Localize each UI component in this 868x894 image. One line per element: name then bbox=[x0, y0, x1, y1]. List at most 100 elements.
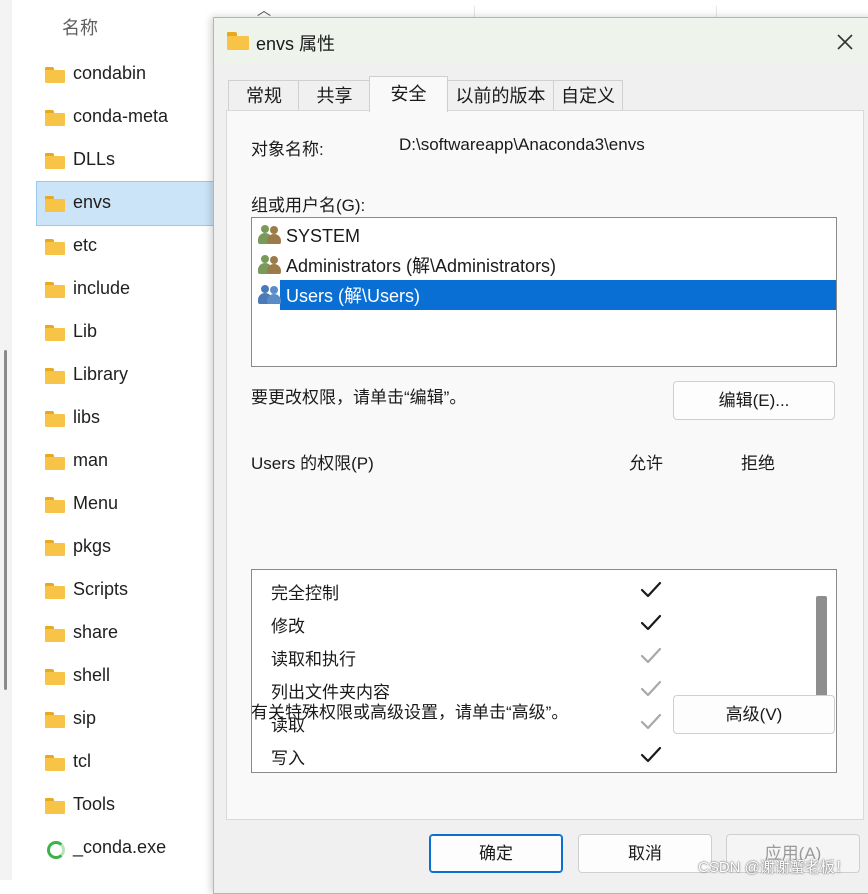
file-row[interactable]: condabin bbox=[37, 53, 237, 96]
folder-icon bbox=[227, 32, 249, 50]
file-row[interactable]: conda-meta bbox=[37, 96, 237, 139]
permission-row: 读取和执行 bbox=[252, 639, 808, 672]
user-name: SYSTEM bbox=[286, 226, 361, 246]
app-icon bbox=[45, 841, 65, 859]
file-row[interactable]: shell bbox=[37, 655, 237, 698]
file-name: Scripts bbox=[73, 579, 129, 599]
folder-icon bbox=[45, 239, 65, 255]
checkmark-icon bbox=[640, 614, 662, 632]
folder-icon bbox=[45, 540, 65, 556]
close-icon bbox=[837, 34, 853, 50]
permission-row: 修改 bbox=[252, 606, 808, 639]
file-name: conda-meta bbox=[73, 106, 169, 126]
file-row[interactable]: sip bbox=[37, 698, 237, 741]
file-row[interactable]: DLLs bbox=[37, 139, 237, 182]
deny-column-header: 拒绝 bbox=[741, 454, 775, 473]
folder-icon bbox=[45, 110, 65, 126]
tab-previous-versions[interactable]: 以前的版本 bbox=[446, 80, 555, 111]
file-row[interactable]: Library bbox=[37, 354, 237, 397]
file-row[interactable]: etc bbox=[37, 225, 237, 268]
file-row[interactable]: Scripts bbox=[37, 569, 237, 612]
file-row[interactable]: Menu bbox=[37, 483, 237, 526]
folder-icon bbox=[45, 196, 65, 212]
file-row[interactable]: envs bbox=[36, 181, 238, 226]
allow-column-header: 允许 bbox=[629, 454, 663, 473]
tab-strip: 常规 共享 安全 以前的版本 自定义 bbox=[228, 76, 868, 112]
object-name-label: 对象名称: bbox=[251, 140, 324, 159]
file-name: include bbox=[73, 278, 131, 298]
advanced-button[interactable]: 高级(V) bbox=[673, 695, 835, 734]
file-row[interactable]: tcl bbox=[37, 741, 237, 784]
groups-label: 组或用户名(G): bbox=[251, 196, 366, 215]
folder-icon bbox=[45, 755, 65, 771]
checkmark-icon bbox=[640, 647, 662, 665]
title-bar[interactable]: envs 属性 bbox=[214, 18, 868, 64]
tab-customize[interactable]: 自定义 bbox=[553, 80, 623, 111]
navigation-scrollbar[interactable] bbox=[4, 350, 7, 690]
user-group-icon bbox=[258, 285, 282, 305]
file-row[interactable]: share bbox=[37, 612, 237, 655]
permissions-label: Users 的权限(P) bbox=[251, 454, 374, 473]
file-row[interactable]: man bbox=[37, 440, 237, 483]
file-row[interactable]: libs bbox=[37, 397, 237, 440]
tab-general[interactable]: 常规 bbox=[228, 80, 300, 111]
folder-icon bbox=[45, 583, 65, 599]
folder-icon bbox=[45, 368, 65, 384]
user-list-item[interactable]: Users (解\Users) bbox=[256, 280, 836, 310]
checkmark-icon bbox=[640, 680, 662, 698]
watermark: CSDN @谢谢蟹老板！ bbox=[698, 859, 850, 876]
file-name: Tools bbox=[73, 794, 116, 814]
file-name: shell bbox=[73, 665, 111, 685]
users-listbox[interactable]: SYSTEM Administrators (解\Administrators) U… bbox=[251, 217, 837, 367]
ok-button[interactable]: 确定 bbox=[429, 834, 563, 873]
folder-icon bbox=[45, 67, 65, 83]
permission-name: 修改 bbox=[271, 617, 305, 636]
file-row[interactable]: Tools bbox=[37, 784, 237, 827]
user-group-icon bbox=[258, 255, 282, 275]
file-name: pkgs bbox=[73, 536, 112, 556]
folder-icon bbox=[45, 669, 65, 685]
folder-icon bbox=[45, 411, 65, 427]
user-group-icon bbox=[258, 225, 282, 245]
security-panel: 对象名称: D:\softwareapp\Anaconda3\envs 组或用户… bbox=[226, 110, 864, 820]
checkmark-icon bbox=[640, 581, 662, 599]
folder-icon bbox=[45, 712, 65, 728]
file-name: share bbox=[73, 622, 119, 642]
tab-sharing[interactable]: 共享 bbox=[298, 80, 371, 111]
file-row[interactable]: pkgs bbox=[37, 526, 237, 569]
dialog-title: envs 属性 bbox=[256, 34, 336, 54]
file-name: Lib bbox=[73, 321, 98, 341]
file-name: Library bbox=[73, 364, 129, 384]
permission-name: 读取和执行 bbox=[271, 650, 356, 669]
folder-icon bbox=[45, 798, 65, 814]
advanced-hint: 有关特殊权限或高级设置，请单击“高级”。 bbox=[251, 703, 569, 722]
edit-button[interactable]: 编辑(E)... bbox=[673, 381, 835, 420]
file-name: sip bbox=[73, 708, 97, 728]
properties-dialog: envs 属性 常规 共享 安全 以前的版本 自定义 对象名称: D:\soft… bbox=[213, 17, 868, 894]
user-list-item[interactable]: Administrators (解\Administrators) bbox=[256, 250, 836, 280]
close-button[interactable] bbox=[830, 28, 860, 56]
file-row[interactable]: Lib bbox=[37, 311, 237, 354]
file-row[interactable]: include bbox=[37, 268, 237, 311]
edit-hint: 要更改权限，请单击“编辑”。 bbox=[251, 388, 467, 407]
column-header-name[interactable]: 名称 bbox=[62, 14, 98, 40]
permission-name: 写入 bbox=[271, 749, 305, 768]
tab-security[interactable]: 安全 bbox=[369, 76, 448, 112]
file-list: condabin conda-meta DLLs envs etc include Lib L… bbox=[36, 53, 238, 870]
file-name: Menu bbox=[73, 493, 119, 513]
object-name-value: D:\softwareapp\Anaconda3\envs bbox=[399, 135, 645, 154]
permissions-list: 完全控制 修改 读取和执行 列出文件夹内容 读取 写入 bbox=[251, 569, 837, 773]
permission-row: 完全控制 bbox=[252, 573, 808, 606]
user-name: Users (解\Users) bbox=[286, 286, 420, 306]
folder-icon bbox=[45, 454, 65, 470]
file-row[interactable]: _conda.exe bbox=[37, 827, 237, 870]
file-name: DLLs bbox=[73, 149, 116, 169]
folder-icon bbox=[45, 325, 65, 341]
permission-name: 完全控制 bbox=[271, 584, 339, 603]
checkmark-icon bbox=[640, 713, 662, 731]
file-name: envs bbox=[73, 192, 112, 212]
file-name: man bbox=[73, 450, 109, 470]
cancel-button[interactable]: 取消 bbox=[578, 834, 712, 873]
user-list-item[interactable]: SYSTEM bbox=[256, 220, 836, 250]
folder-icon bbox=[45, 153, 65, 169]
